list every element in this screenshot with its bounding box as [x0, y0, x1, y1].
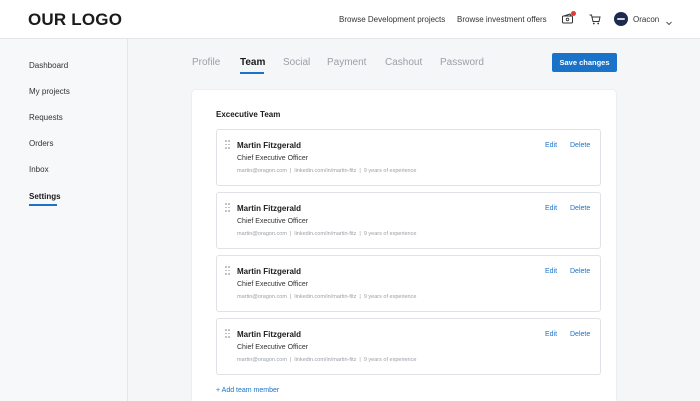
member-experience: 9 years of experience: [363, 294, 417, 300]
drag-handle-icon[interactable]: [225, 140, 230, 149]
drag-handle-icon[interactable]: [225, 329, 230, 338]
meta-separator: |: [359, 357, 361, 363]
edit-button[interactable]: Edit: [545, 331, 557, 338]
meta-separator: |: [359, 294, 361, 300]
top-bar: OUR LOGO Browse Development projects Bro…: [0, 0, 700, 39]
tab-team[interactable]: Team: [240, 57, 265, 68]
delete-button[interactable]: Delete: [570, 268, 590, 275]
sidebar-item-settings[interactable]: Settings: [29, 192, 61, 201]
tab-active-indicator: [240, 72, 264, 74]
member-meta: martin@oragon.com | linkedin.com/in/martin…: [237, 357, 416, 363]
member-email: martin@oragon.com: [237, 294, 287, 300]
avatar[interactable]: [614, 12, 628, 26]
meta-separator: |: [289, 231, 292, 237]
member-linkedin[interactable]: linkedin.com/in/martin-fitz: [294, 231, 356, 237]
team-member-card: Martin Fitzgerald Chief Executive Office…: [216, 318, 601, 375]
member-name: Martin Fitzgerald: [237, 267, 302, 276]
member-experience: 9 years of experience: [363, 357, 417, 363]
tab-password[interactable]: Password: [440, 57, 484, 68]
meta-separator: |: [289, 294, 292, 300]
notification-dot: [571, 11, 576, 16]
member-meta: martin@oragon.com | linkedin.com/in/martin…: [237, 168, 416, 174]
sidebar-item-requests[interactable]: Requests: [29, 113, 63, 122]
logo[interactable]: OUR LOGO: [28, 10, 122, 30]
member-role: Chief Executive Officer: [237, 344, 309, 351]
nav-browse-investment[interactable]: Browse investment offers: [457, 15, 547, 24]
delete-button[interactable]: Delete: [570, 142, 590, 149]
member-experience: 9 years of experience: [363, 231, 417, 237]
chevron-down-icon[interactable]: [665, 14, 673, 26]
user-name[interactable]: Oracon: [633, 15, 659, 24]
member-name: Martin Fitzgerald: [237, 204, 302, 213]
member-email: martin@oragon.com: [237, 168, 287, 174]
edit-button[interactable]: Edit: [545, 142, 557, 149]
member-meta: martin@oragon.com | linkedin.com/in/martin…: [237, 231, 416, 237]
member-role: Chief Executive Officer: [237, 281, 309, 288]
team-member-card: Martin Fitzgerald Chief Executive Office…: [216, 255, 601, 312]
tab-profile[interactable]: Profile: [192, 57, 220, 68]
sidebar-item-orders[interactable]: Orders: [29, 139, 53, 148]
nav-browse-development[interactable]: Browse Development projects: [339, 15, 445, 24]
member-experience: 9 years of experience: [363, 168, 417, 174]
edit-button[interactable]: Edit: [545, 268, 557, 275]
member-linkedin[interactable]: linkedin.com/in/martin-fitz: [294, 168, 356, 174]
member-meta: martin@oragon.com | linkedin.com/in/martin…: [237, 294, 416, 300]
member-role: Chief Executive Officer: [237, 155, 309, 162]
tab-payment[interactable]: Payment: [327, 57, 366, 68]
member-name: Martin Fitzgerald: [237, 330, 302, 339]
member-email: martin@oragon.com: [237, 231, 287, 237]
team-member-card: Martin Fitzgerald Chief Executive Office…: [216, 192, 601, 249]
meta-separator: |: [289, 168, 292, 174]
delete-button[interactable]: Delete: [570, 331, 590, 338]
drag-handle-icon[interactable]: [225, 203, 230, 212]
meta-separator: |: [359, 168, 361, 174]
edit-button[interactable]: Edit: [545, 205, 557, 212]
member-email: martin@oragon.com: [237, 357, 287, 363]
meta-separator: |: [359, 231, 361, 237]
sidebar-active-indicator: [29, 204, 57, 206]
tab-cashout[interactable]: Cashout: [385, 57, 422, 68]
meta-separator: |: [289, 357, 292, 363]
sidebar-item-inbox[interactable]: Inbox: [29, 165, 49, 174]
cart-icon[interactable]: [588, 12, 602, 26]
member-linkedin[interactable]: linkedin.com/in/martin-fitz: [294, 357, 356, 363]
add-team-member-link[interactable]: + Add team member: [216, 387, 279, 394]
delete-button[interactable]: Delete: [570, 205, 590, 212]
member-name: Martin Fitzgerald: [237, 141, 302, 150]
sidebar-item-dashboard[interactable]: Dashboard: [29, 61, 68, 70]
cash-icon[interactable]: [561, 11, 576, 26]
section-title: Excecutive Team: [216, 110, 281, 119]
drag-handle-icon[interactable]: [225, 266, 230, 275]
member-linkedin[interactable]: linkedin.com/in/martin-fitz: [294, 294, 356, 300]
team-member-card: Martin Fitzgerald Chief Executive Office…: [216, 129, 601, 186]
member-role: Chief Executive Officer: [237, 218, 309, 225]
tab-social[interactable]: Social: [283, 57, 310, 68]
sidebar-item-my-projects[interactable]: My projects: [29, 87, 70, 96]
save-button[interactable]: Save changes: [552, 53, 617, 72]
